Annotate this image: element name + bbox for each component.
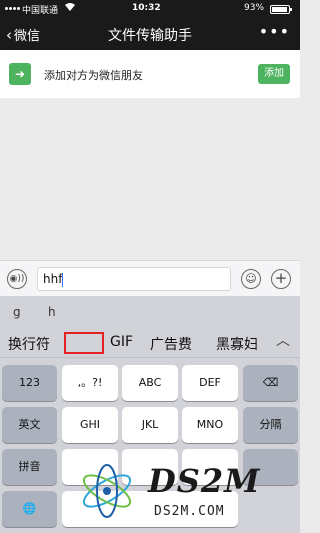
clock: 10:32	[132, 3, 161, 13]
watermark: DS2M DS2M.COM	[70, 460, 300, 533]
candidate-word[interactable]: 黑寡妇	[216, 334, 258, 354]
key-punctuation[interactable]: ,。?!	[62, 365, 118, 401]
wifi-icon	[64, 2, 76, 15]
status-bar: 中国联通 10:32 93%	[0, 0, 300, 18]
candidate-word[interactable]: 换行符	[8, 334, 50, 354]
key-jkl[interactable]: JKL	[122, 407, 178, 443]
globe-icon[interactable]: 🌐	[2, 491, 57, 527]
candidate-word[interactable]: 广告费	[150, 334, 192, 354]
pinyin-suggestion-row: g h	[0, 296, 300, 328]
input-bar: ◉)) hhf ☺ +	[0, 260, 300, 296]
nav-bar: 文件传输助手 ‹ 微信 •••	[0, 18, 300, 50]
key-english[interactable]: 英文	[2, 407, 57, 443]
candidate-highlight-box[interactable]	[64, 332, 104, 354]
add-friend-button[interactable]: 添加	[258, 64, 290, 84]
key-def[interactable]: DEF	[182, 365, 238, 401]
message-input[interactable]: hhf	[37, 267, 231, 291]
watermark-logo-text: DS2M	[148, 462, 261, 500]
watermark-orbit-icon	[82, 464, 132, 518]
battery-icon	[270, 5, 292, 14]
text-caret	[62, 272, 64, 287]
key-separator[interactable]: 分隔	[243, 407, 298, 443]
candidate-bar: 换行符 GIF 广告费 黑寡妇 ︿	[0, 328, 300, 358]
back-label: 微信	[14, 29, 41, 44]
message-input-value: hhf	[43, 272, 63, 286]
backspace-icon[interactable]: ⌫	[243, 365, 298, 401]
voice-input-icon[interactable]: ◉))	[7, 269, 27, 289]
signal-icon	[5, 3, 21, 13]
back-button[interactable]: ‹ 微信	[6, 25, 40, 44]
key-123[interactable]: 123	[2, 365, 57, 401]
key-pinyin[interactable]: 拼音	[2, 449, 57, 485]
watermark-logo: DS2M	[148, 462, 261, 500]
key-ghi[interactable]: GHI	[62, 407, 118, 443]
key-mno[interactable]: MNO	[182, 407, 238, 443]
chevron-left-icon: ‹	[6, 26, 12, 44]
chevron-up-icon[interactable]: ︿	[276, 330, 290, 350]
add-friend-banner: ➜ 添加对方为微信朋友 添加	[0, 50, 300, 98]
carrier-name: 中国联通	[22, 6, 59, 16]
emoji-icon[interactable]: ☺	[241, 269, 261, 289]
pinyin-option[interactable]: h	[48, 305, 56, 319]
battery-percentage: 93%	[244, 3, 265, 13]
plus-icon[interactable]: +	[271, 269, 291, 289]
key-abc[interactable]: ABC	[122, 365, 178, 401]
file-transfer-icon: ➜	[9, 63, 31, 85]
chat-area[interactable]	[0, 98, 300, 260]
candidate-word[interactable]: GIF	[110, 334, 133, 350]
page-title: 文件传输助手	[108, 28, 192, 44]
pinyin-option[interactable]: g	[13, 305, 21, 319]
add-friend-text: 添加对方为微信朋友	[44, 69, 143, 82]
watermark-url: DS2M.COM	[154, 504, 225, 519]
more-options-button[interactable]: •••	[259, 22, 290, 41]
